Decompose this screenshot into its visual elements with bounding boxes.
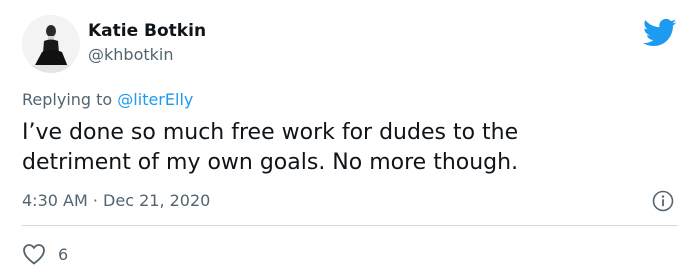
heart-icon[interactable] [22, 243, 46, 265]
avatar-photo [22, 15, 80, 73]
replying-to-label: Replying to [22, 90, 118, 109]
tweet-timestamp[interactable]: 4:30 AM · Dec 21, 2020 [22, 191, 210, 210]
twitter-bird-icon[interactable] [643, 18, 677, 48]
reply-mention-link[interactable]: @literElly [117, 90, 193, 109]
avatar[interactable] [22, 15, 80, 73]
user-handle[interactable]: @khbotkin [88, 45, 173, 64]
tweet-date: Dec 21, 2020 [103, 191, 211, 210]
tweet-time: 4:30 AM [22, 191, 88, 210]
tweet-text-line: I’ve done so much free work for dudes to… [22, 120, 519, 145]
replying-to: Replying to @literElly [22, 90, 193, 109]
tweet-text: I’ve done so much free work for dudes to… [22, 118, 672, 178]
display-name[interactable]: Katie Botkin [88, 21, 206, 41]
tweet-text-line: detriment of my own goals. No more thoug… [22, 150, 519, 175]
meta-separator: · [87, 191, 104, 210]
like-count: 6 [58, 244, 69, 264]
divider [22, 225, 678, 226]
tweet-card: Katie Botkin @khbotkin Replying to @lite… [0, 0, 700, 280]
like-button[interactable]: 6 [22, 241, 68, 267]
info-icon[interactable] [651, 189, 675, 213]
